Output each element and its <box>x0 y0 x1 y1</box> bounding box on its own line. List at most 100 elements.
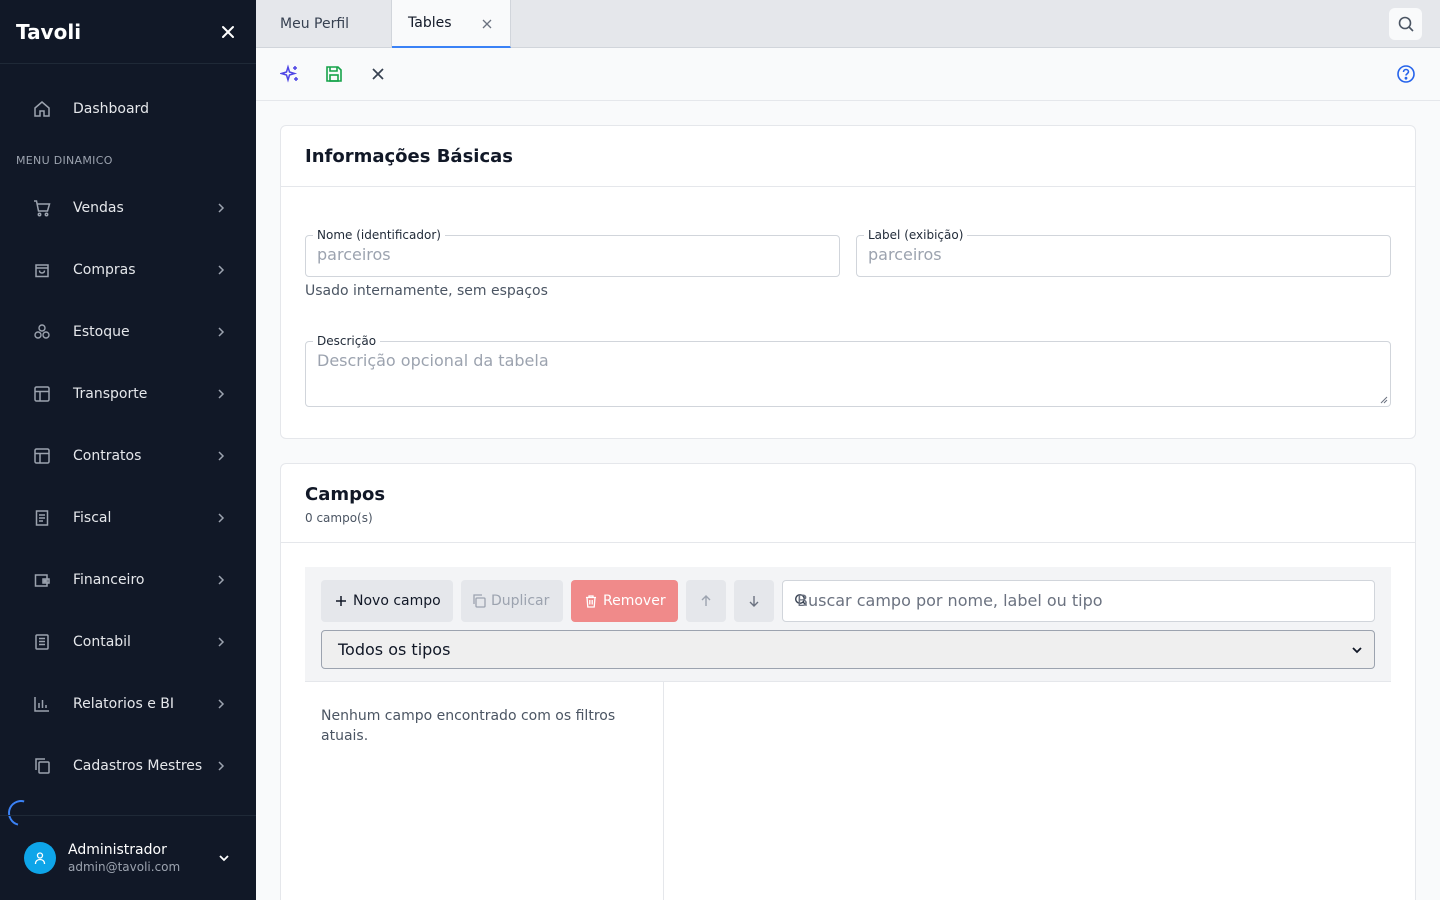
chevron-right-icon <box>214 201 228 215</box>
chevron-down-icon[interactable] <box>216 850 232 866</box>
sidebar-item-label: Relatorios e BI <box>73 696 174 712</box>
card-header: Campos 0 campo(s) <box>281 464 1415 543</box>
field-search-input[interactable]: Buscar campo por nome, label ou tipo <box>782 580 1375 622</box>
cart-icon <box>32 198 52 218</box>
sidebar-item-relatorios[interactable]: Relatorios e BI <box>16 682 240 726</box>
name-hint: Usado internamente, sem espaços <box>305 283 548 299</box>
tab-label: Meu Perfil <box>280 16 350 32</box>
avatar <box>24 842 56 874</box>
save-icon[interactable] <box>322 62 346 86</box>
sidebar-item-cadastros-mestres[interactable]: Cadastros Mestres <box>16 744 240 788</box>
plus-icon <box>333 593 349 609</box>
layout-icon <box>32 446 52 466</box>
field-count: 0 campo(s) <box>305 511 373 525</box>
chevron-right-icon <box>214 449 228 463</box>
chevron-right-icon <box>214 573 228 587</box>
duplicate-button[interactable]: Duplicar <box>461 580 563 622</box>
new-field-button[interactable]: Novo campo <box>321 580 453 622</box>
new-field-label: Novo campo <box>353 593 441 609</box>
sidebar-item-label: Cadastros Mestres <box>73 758 203 774</box>
sidebar-item-label: Contratos <box>73 448 142 464</box>
remove-button[interactable]: Remover <box>571 580 678 622</box>
sidebar-item-financeiro[interactable]: Financeiro <box>16 558 240 602</box>
empty-state-message: Nenhum campo encontrado com os filtros a… <box>321 708 616 744</box>
help-icon[interactable] <box>1394 62 1418 86</box>
trash-icon <box>583 593 599 609</box>
sidebar-item-label: Vendas <box>73 200 124 216</box>
section-title: Campos <box>305 484 386 505</box>
arrow-up-icon <box>700 595 712 607</box>
description-field-label: Descrição <box>313 334 381 348</box>
chevron-right-icon <box>214 325 228 339</box>
close-icon[interactable] <box>366 62 390 86</box>
fields-card: Campos 0 campo(s) Novo campo Duplicar Re… <box>280 463 1416 900</box>
arrow-down-icon <box>748 595 760 607</box>
chevron-down-icon <box>1350 643 1364 657</box>
menu-section-label: MENU DINAMICO <box>16 154 113 167</box>
sidebar-item-vendas[interactable]: Vendas <box>16 186 240 230</box>
user-email: admin@tavoli.com <box>68 860 181 874</box>
resize-handle-icon[interactable] <box>1380 396 1388 404</box>
move-down-button[interactable] <box>734 580 774 622</box>
description-field[interactable]: Descrição Descrição opcional da tabela <box>305 334 1391 407</box>
chevron-right-icon <box>214 387 228 401</box>
sidebar-item-label: Fiscal <box>73 510 112 526</box>
wallet-icon <box>32 570 52 590</box>
basic-info-card: Informações Básicas Nome (identificador)… <box>280 125 1416 439</box>
sidebar: Tavoli Dashboard MENU DINAMICO Vendas Co… <box>0 0 256 900</box>
sidebar-item-transporte[interactable]: Transporte <box>16 372 240 416</box>
copy-icon <box>471 593 487 609</box>
sidebar-item-label: Compras <box>73 262 136 278</box>
chevron-right-icon <box>214 263 228 277</box>
tab-bar: Meu Perfil Tables <box>256 0 1440 48</box>
fields-toolbar: Novo campo Duplicar Remover Buscar campo… <box>305 567 1391 682</box>
sidebar-item-fiscal[interactable]: Fiscal <box>16 496 240 540</box>
description-placeholder: Descrição opcional da tabela <box>317 351 549 370</box>
ledger-icon <box>32 632 52 652</box>
label-field[interactable]: Label (exibição) parceiros <box>856 228 1391 277</box>
global-search-button[interactable] <box>1389 8 1422 40</box>
user-menu[interactable]: Administrador admin@tavoli.com <box>0 815 256 900</box>
editor-toolbar <box>256 48 1440 101</box>
tab-meu-perfil[interactable]: Meu Perfil <box>256 0 392 48</box>
sidebar-item-label: Contabil <box>73 634 131 650</box>
chevron-right-icon <box>214 635 228 649</box>
sidebar-item-contratos[interactable]: Contratos <box>16 434 240 478</box>
chevron-right-icon <box>214 511 228 525</box>
type-filter-value: Todos os tipos <box>338 640 451 659</box>
tab-tables[interactable]: Tables <box>392 0 511 48</box>
sidebar-header: Tavoli <box>0 0 256 64</box>
main-content: Informações Básicas Nome (identificador)… <box>256 101 1440 900</box>
label-field-label: Label (exibição) <box>864 228 968 242</box>
user-info: Administrador admin@tavoli.com <box>68 841 216 875</box>
remove-label: Remover <box>603 593 666 609</box>
section-title: Informações Básicas <box>305 145 513 167</box>
move-up-button[interactable] <box>686 580 726 622</box>
close-sidebar-icon[interactable] <box>216 20 240 44</box>
name-field[interactable]: Nome (identificador) parceiros <box>305 228 840 277</box>
label-placeholder: parceiros <box>868 245 942 264</box>
bag-icon <box>32 260 52 280</box>
card-header: Informações Básicas <box>281 126 1415 187</box>
sidebar-item-label: Financeiro <box>73 572 145 588</box>
receipt-icon <box>32 508 52 528</box>
boxes-icon <box>32 322 52 342</box>
fields-list-panel: Nenhum campo encontrado com os filtros a… <box>305 682 664 900</box>
chevron-right-icon <box>214 697 228 711</box>
copy-icon <box>32 756 52 776</box>
type-filter-select[interactable]: Todos os tipos <box>321 630 1375 669</box>
sidebar-item-label: Transporte <box>73 386 148 402</box>
name-field-label: Nome (identificador) <box>313 228 445 242</box>
duplicate-label: Duplicar <box>491 593 550 609</box>
sparkles-icon[interactable] <box>278 62 302 86</box>
sidebar-item-compras[interactable]: Compras <box>16 248 240 292</box>
close-tab-icon[interactable] <box>480 17 494 31</box>
app-logo: Tavoli <box>16 19 82 44</box>
sidebar-item-label: Dashboard <box>73 101 149 117</box>
chevron-right-icon <box>214 759 228 773</box>
home-icon <box>32 99 52 119</box>
bar-chart-icon <box>32 694 52 714</box>
sidebar-item-dashboard[interactable]: Dashboard <box>16 87 240 131</box>
sidebar-item-estoque[interactable]: Estoque <box>16 310 240 354</box>
sidebar-item-contabil[interactable]: Contabil <box>16 620 240 664</box>
